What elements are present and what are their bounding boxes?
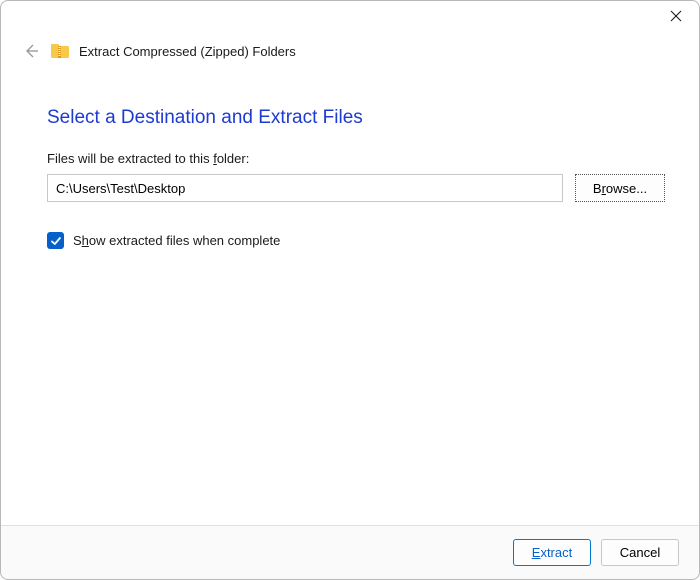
show-files-checkbox-row: Show extracted files when complete — [47, 232, 665, 249]
close-button[interactable] — [653, 1, 699, 31]
titlebar — [1, 1, 699, 37]
checkmark-icon — [50, 235, 62, 247]
show-files-checkbox-label[interactable]: Show extracted files when complete — [73, 233, 280, 248]
show-files-checkbox[interactable] — [47, 232, 64, 249]
back-button[interactable] — [21, 41, 41, 61]
zip-folder-icon — [51, 43, 69, 59]
destination-path-input[interactable] — [47, 174, 563, 202]
folder-field-label: Files will be extracted to this folder: — [47, 151, 665, 166]
wizard-title: Extract Compressed (Zipped) Folders — [79, 44, 296, 59]
page-heading: Select a Destination and Extract Files — [47, 107, 665, 129]
content-area: Select a Destination and Extract Files F… — [1, 65, 699, 525]
cancel-button[interactable]: Cancel — [601, 539, 679, 566]
footer: Extract Cancel — [1, 525, 699, 579]
dialog-window: Extract Compressed (Zipped) Folders Sele… — [0, 0, 700, 580]
extract-button[interactable]: Extract — [513, 539, 591, 566]
close-icon — [670, 10, 682, 22]
header-row: Extract Compressed (Zipped) Folders — [1, 37, 699, 65]
back-arrow-icon — [23, 43, 39, 59]
path-row: Browse... — [47, 174, 665, 202]
browse-button[interactable]: Browse... — [575, 174, 665, 202]
